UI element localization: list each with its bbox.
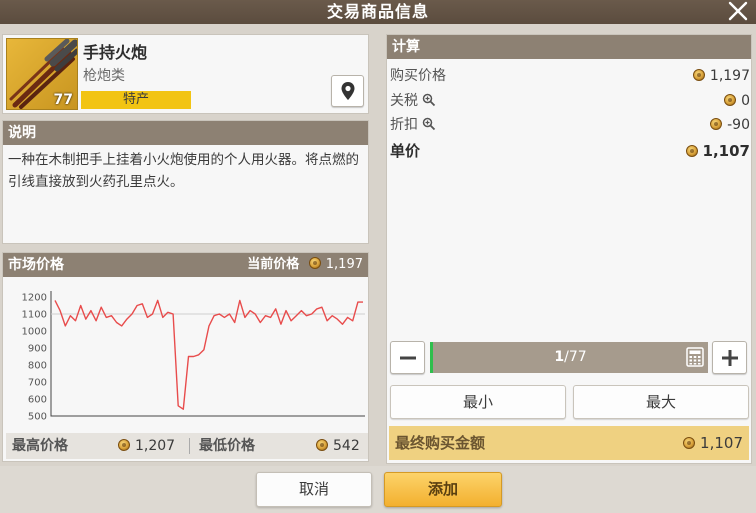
y-tick-label: 600: [28, 395, 47, 406]
max-button[interactable]: 最大: [573, 385, 749, 419]
coin-icon: [724, 94, 737, 106]
cancel-button[interactable]: 取消: [256, 472, 372, 507]
current-price-label: 当前价格: [247, 257, 300, 272]
quantity-current: 1: [554, 349, 565, 365]
magnifier-plus-icon[interactable]: [422, 93, 436, 107]
window-titlebar: 交易商品信息: [0, 0, 756, 24]
high-price: 1,207: [118, 433, 175, 459]
close-button[interactable]: [726, 0, 750, 24]
low-price: 542: [316, 433, 360, 459]
final-amount-label: 最终购买金额: [395, 434, 486, 452]
final-amount: 1,107: [683, 426, 743, 460]
coin-icon: [118, 439, 130, 451]
quantity-slider[interactable]: 1/77: [430, 342, 708, 373]
high-price-value: 1,207: [135, 438, 176, 454]
purchase-price-row: 购买价格 1,197: [390, 65, 750, 87]
description-header: 说明: [3, 121, 368, 145]
decrease-button[interactable]: [390, 341, 425, 374]
calc-header: 计算: [387, 35, 751, 59]
tariff-label-text: 关税: [390, 93, 418, 109]
y-tick-label: 500: [28, 412, 47, 423]
discount: -90: [710, 114, 750, 136]
tariff: 0: [724, 90, 750, 112]
market-footer: 最高价格 1,207 最低价格 542: [6, 433, 368, 459]
y-tick-label: 800: [28, 361, 47, 372]
quantity-max: /77: [564, 349, 587, 365]
item-count: 77: [53, 92, 73, 108]
discount-label-text: 折扣: [390, 117, 418, 133]
y-tick-label: 1100: [22, 310, 47, 321]
market-header: 市场价格 当前价格 1,197: [3, 253, 368, 277]
divider: [189, 438, 190, 454]
unit-price-label: 单价: [390, 142, 421, 160]
magnifier-plus-icon[interactable]: [422, 117, 436, 131]
tariff-value: 0: [741, 93, 750, 109]
coin-icon: [683, 437, 696, 449]
price-chart: 1200 1100 1000 900 800 700 600 500: [22, 291, 365, 423]
coin-icon: [685, 145, 698, 157]
discount-row: 折扣 -90: [390, 114, 750, 136]
market-panel: 市场价格 当前价格 1,197 1200 1100 1000 900 800 700 600…: [2, 252, 369, 462]
minus-icon: [399, 356, 416, 360]
coin-icon: [316, 439, 328, 451]
tariff-label: 关税: [390, 90, 436, 112]
unit-price: 1,107: [685, 140, 750, 162]
price-line: [54, 299, 363, 410]
final-amount-value: 1,107: [700, 434, 743, 452]
specialty-badge: 特产: [81, 91, 191, 109]
min-button[interactable]: 最小: [390, 385, 566, 419]
coin-icon: [692, 69, 705, 81]
item-name: 手持火炮: [83, 43, 148, 62]
calculator-icon[interactable]: [686, 347, 704, 367]
discount-value: -90: [727, 117, 750, 133]
y-tick-label: 1200: [22, 293, 47, 304]
close-icon: [728, 1, 748, 21]
purchase-price-label: 购买价格: [390, 68, 446, 84]
final-amount-row: 最终购买金额 1,107: [389, 426, 749, 460]
location-button[interactable]: [331, 75, 364, 107]
plus-icon: [721, 350, 738, 366]
unit-price-row: 单价 1,107: [390, 140, 750, 162]
map-pin-icon: [341, 82, 354, 100]
item-panel: 77 手持火炮 枪炮类 特产: [2, 34, 369, 114]
market-title: 市场价格: [8, 257, 64, 273]
current-price: 当前价格 1,197: [247, 253, 363, 277]
current-price-value: 1,197: [325, 257, 363, 272]
description-text: 一种在木制把手上挂着小火炮使用的个人用火器。将点燃的引线直接放到火药孔里点火。: [8, 152, 359, 190]
add-button[interactable]: 添加: [384, 472, 502, 507]
description-panel: 说明 一种在木制把手上挂着小火炮使用的个人用火器。将点燃的引线直接放到火药孔里点…: [2, 120, 369, 244]
purchase-price-value: 1,197: [709, 68, 750, 84]
tariff-row: 关税 0: [390, 90, 750, 112]
coin-icon: [710, 118, 723, 130]
coin-icon: [308, 257, 321, 269]
high-price-label: 最高价格: [12, 438, 68, 454]
y-tick-label: 1000: [22, 327, 47, 338]
chart-axes: [50, 291, 365, 417]
unit-price-value: 1,107: [702, 142, 750, 160]
window-title: 交易商品信息: [326, 2, 429, 21]
item-image: 77: [6, 38, 78, 110]
y-tick-label: 700: [28, 378, 47, 389]
increase-button[interactable]: [712, 341, 747, 374]
y-tick-label: 900: [28, 344, 47, 355]
item-category: 枪炮类: [83, 68, 125, 84]
discount-label: 折扣: [390, 114, 436, 136]
low-price-label: 最低价格: [199, 438, 255, 454]
purchase-price: 1,197: [692, 65, 750, 87]
footer-bar: [0, 466, 756, 513]
low-price-value: 542: [333, 438, 360, 454]
